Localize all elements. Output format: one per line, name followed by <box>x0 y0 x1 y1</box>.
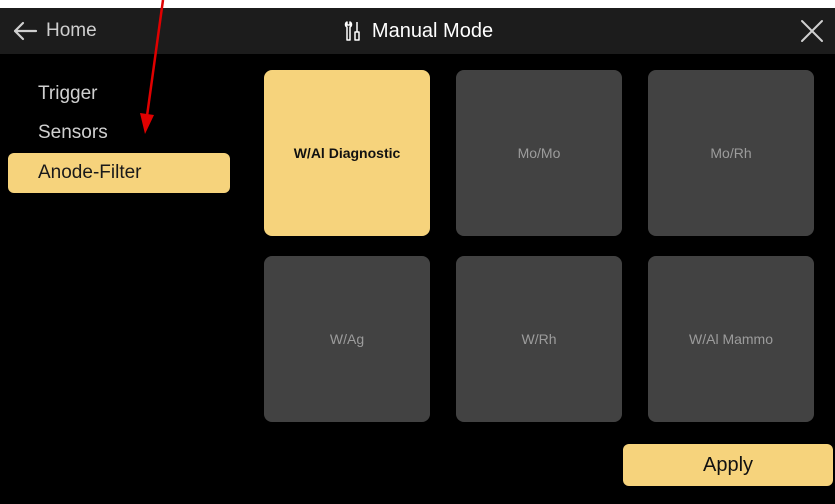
tile-mo-rh[interactable]: Mo/Rh <box>648 70 814 236</box>
tile-w-ag[interactable]: W/Ag <box>264 256 430 422</box>
sidebar-item-label: Anode-Filter <box>38 162 142 183</box>
top-bar: Home Manual Mode <box>0 8 835 54</box>
tile-w-al-diagnostic[interactable]: W/Al Diagnostic <box>264 70 430 236</box>
sidebar-item-anode-filter[interactable]: Anode-Filter <box>8 153 230 193</box>
app-panel: Home Manual Mode Trigger Sensors Anode-F… <box>0 8 835 504</box>
sidebar-item-sensors[interactable]: Sensors <box>8 113 230 153</box>
tile-w-al-mammo[interactable]: W/Al Mammo <box>648 256 814 422</box>
tile-w-rh[interactable]: W/Rh <box>456 256 622 422</box>
tile-label: Mo/Mo <box>517 145 561 161</box>
tile-label: W/Rh <box>521 331 557 347</box>
sidebar-item-label: Sensors <box>38 122 108 143</box>
tile-label: Mo/Rh <box>710 145 752 161</box>
apply-label: Apply <box>702 453 754 476</box>
close-button[interactable] <box>797 16 827 46</box>
tile-label: W/Al Diagnostic <box>293 145 401 161</box>
tile-label: W/Ag <box>329 331 365 347</box>
tile-label: W/Al Mammo <box>689 331 773 347</box>
screen: Home Manual Mode Trigger Sensors Anode-F… <box>0 0 835 504</box>
page-title: Manual Mode <box>0 16 835 46</box>
title-text: Manual Mode <box>371 19 494 42</box>
close-icon <box>801 20 823 42</box>
tools-icon <box>344 21 360 41</box>
sidebar-item-label: Trigger <box>38 83 98 104</box>
sidebar-item-trigger[interactable]: Trigger <box>8 74 230 114</box>
apply-button[interactable]: Apply <box>623 444 833 486</box>
tile-mo-mo[interactable]: Mo/Mo <box>456 70 622 236</box>
